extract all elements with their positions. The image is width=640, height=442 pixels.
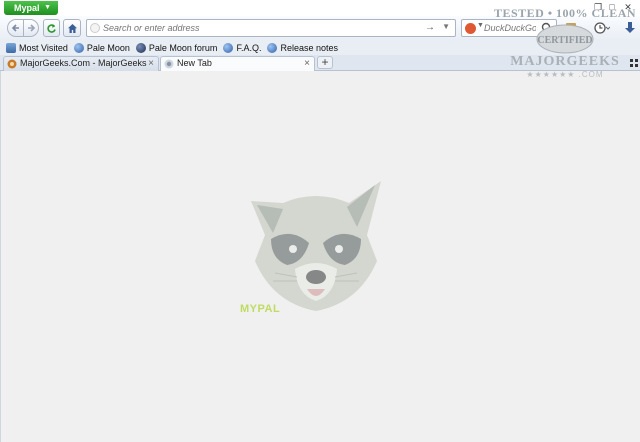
title-bar: Mypal ▼ ❐ □ ✕ <box>0 0 640 16</box>
tab-label: MajorGeeks.Com - MajorGeeks <box>20 58 147 68</box>
close-tab-icon[interactable]: × <box>304 57 310 70</box>
bookmarks-toolbar: Most Visited Pale Moon Pale Moon forum F… <box>0 40 640 55</box>
tab-strip: MajorGeeks.Com - MajorGeeks × New Tab × … <box>0 55 640 72</box>
bookmark-label: Release notes <box>280 42 338 53</box>
search-icon[interactable] <box>540 21 554 35</box>
reload-button[interactable] <box>43 19 60 37</box>
globe-icon <box>267 42 278 53</box>
back-arrow-icon <box>11 24 19 32</box>
search-bar[interactable]: ▼ <box>461 19 557 37</box>
tab-new-tab[interactable]: New Tab × <box>160 56 315 72</box>
list-all-tabs-icon[interactable] <box>630 59 638 67</box>
navigation-toolbar: → ▼ ▼ <box>0 16 640 40</box>
raccoon-logo <box>251 181 381 311</box>
address-bar[interactable]: → ▼ <box>86 19 456 37</box>
tab-label: New Tab <box>177 58 212 68</box>
restore-window-icon[interactable]: ❐ <box>592 2 604 12</box>
bookmark-label: Pale Moon forum <box>148 42 218 53</box>
site-identity-icon[interactable] <box>90 23 100 33</box>
go-arrow-icon[interactable]: → <box>425 22 435 33</box>
home-button[interactable] <box>63 19 81 37</box>
home-icon <box>67 23 77 33</box>
bookmark-label: Pale Moon <box>86 42 130 53</box>
bookmark-release-notes[interactable]: Release notes <box>267 42 338 53</box>
duckduckgo-engine-icon[interactable] <box>465 23 476 34</box>
moon-icon <box>135 42 146 53</box>
app-menu-label: Mypal <box>14 3 40 13</box>
chevron-down-icon: ▼ <box>44 4 51 11</box>
new-tab-button[interactable]: + <box>317 56 333 69</box>
back-button[interactable] <box>7 19 24 37</box>
mypal-brand-text: MYPAL <box>240 303 281 315</box>
bookmark-pale-moon-forum[interactable]: Pale Moon forum <box>135 42 218 53</box>
globe-icon <box>73 42 84 53</box>
close-tab-icon[interactable]: × <box>148 57 154 70</box>
bookmark-faq[interactable]: F.A.Q. <box>223 42 262 53</box>
close-window-icon[interactable]: ✕ <box>622 2 634 12</box>
history-clock-icon[interactable] <box>594 21 610 35</box>
search-input[interactable] <box>484 21 536 35</box>
forward-arrow-icon <box>28 24 36 32</box>
majorgeeks-favicon-icon <box>7 59 17 69</box>
history-dropdown-icon[interactable]: ▼ <box>442 22 450 31</box>
bookmark-label: Most Visited <box>19 42 68 53</box>
reload-icon <box>47 23 56 33</box>
new-tab-favicon-icon <box>164 59 174 69</box>
globe-icon <box>223 42 234 53</box>
folder-icon <box>6 42 16 53</box>
bookmark-most-visited[interactable]: Most Visited <box>6 42 68 53</box>
downloads-icon[interactable] <box>622 21 638 35</box>
tab-majorgeeks[interactable]: MajorGeeks.Com - MajorGeeks × <box>3 56 159 71</box>
engine-dropdown-icon[interactable]: ▼ <box>477 22 484 29</box>
app-menu-button[interactable]: Mypal ▼ <box>4 1 58 15</box>
new-tab-page: MYPAL <box>0 71 640 442</box>
bookmark-pale-moon[interactable]: Pale Moon <box>73 42 130 53</box>
bookmark-label: F.A.Q. <box>236 42 262 53</box>
bookmarks-menu-icon[interactable] <box>565 21 581 35</box>
maximize-window-icon[interactable]: □ <box>606 2 618 12</box>
forward-button[interactable] <box>23 19 39 37</box>
url-input[interactable] <box>103 21 413 35</box>
